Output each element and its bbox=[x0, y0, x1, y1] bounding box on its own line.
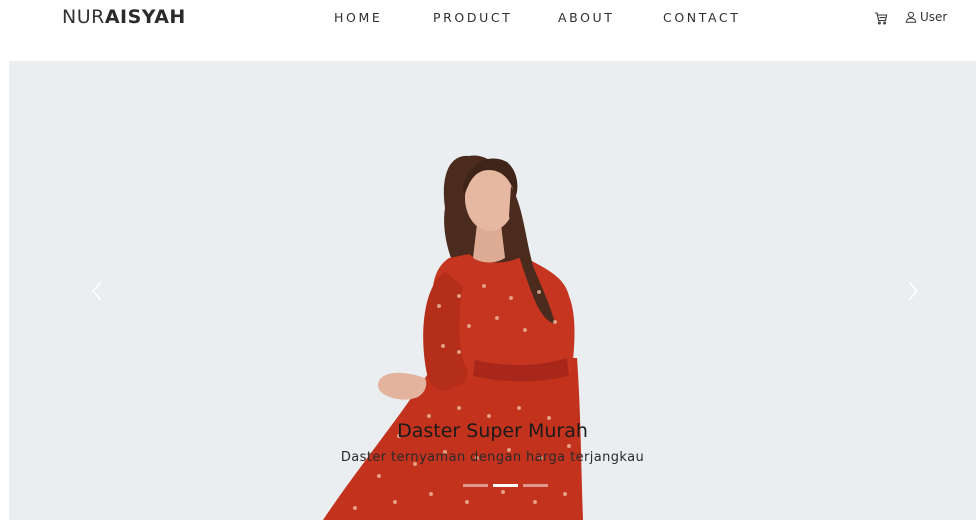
cart-icon[interactable] bbox=[874, 10, 888, 25]
brand-logo[interactable]: NURAISYAH bbox=[62, 6, 186, 28]
nav-product[interactable]: PRODUCT bbox=[433, 10, 512, 25]
carousel-indicator-3[interactable] bbox=[523, 484, 548, 487]
nav-about[interactable]: ABOUT bbox=[558, 10, 615, 25]
hero-subtitle: Daster ternyaman dengan harga terjangkau bbox=[340, 450, 645, 465]
nav-contact[interactable]: CONTACT bbox=[663, 10, 740, 25]
nav-home[interactable]: HOME bbox=[334, 10, 382, 25]
carousel-prev-button[interactable] bbox=[88, 279, 108, 303]
carousel-indicators bbox=[463, 484, 548, 487]
chevron-right-icon bbox=[908, 281, 918, 301]
user-menu[interactable]: User bbox=[905, 9, 947, 25]
brand-light: NUR bbox=[62, 6, 105, 28]
carousel-next-button[interactable] bbox=[902, 279, 922, 303]
carousel-indicator-2[interactable] bbox=[493, 484, 518, 487]
hero-carousel: Daster Super Murah Daster ternyaman deng… bbox=[9, 61, 976, 520]
chevron-left-icon bbox=[92, 281, 102, 301]
brand-bold: AISYAH bbox=[104, 6, 186, 28]
carousel-indicator-1[interactable] bbox=[463, 484, 488, 487]
navbar: NURAISYAH HOME PRODUCT ABOUT CONTACT Use… bbox=[0, 0, 976, 36]
hero-title: Daster Super Murah bbox=[397, 420, 588, 442]
user-icon bbox=[905, 11, 917, 23]
user-label: User bbox=[920, 10, 948, 24]
